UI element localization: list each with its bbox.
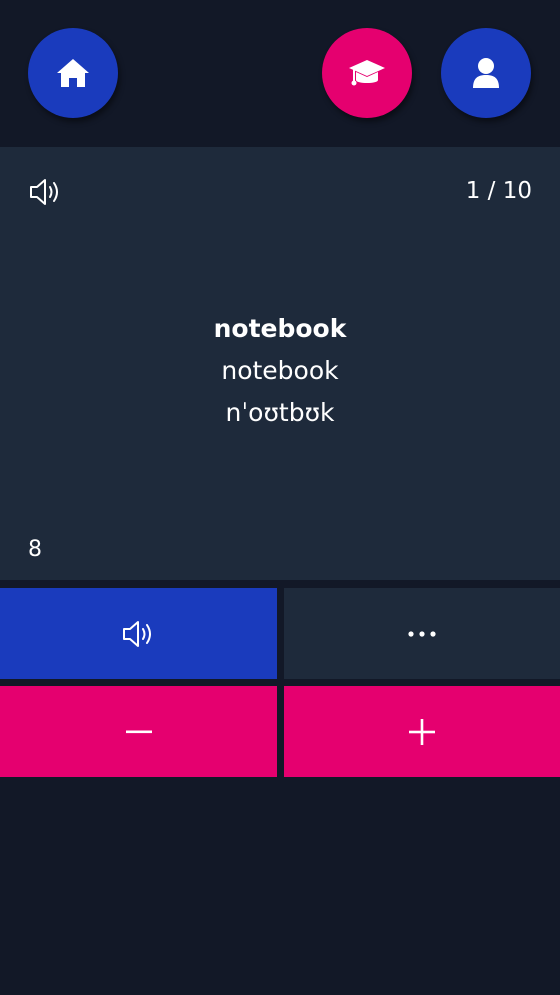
card-score: 8 [28,537,42,562]
plus-icon [409,718,435,745]
more-dots-icon [408,630,436,637]
top-bar [0,0,560,147]
user-icon [473,58,499,88]
card-translation: notebook [221,356,339,385]
decrease-button[interactable] [0,686,277,777]
speaker-icon [30,179,58,205]
card-word: notebook [213,314,347,343]
speaker-icon [122,620,151,647]
card-speaker-button[interactable] [28,177,64,207]
increase-button[interactable] [284,686,560,777]
card-transcription: nˈoʊtbʊk [225,398,335,427]
card-counter: 1 / 10 [465,178,532,204]
speak-button[interactable] [0,588,277,679]
flashcard: 1 / 10 notebook notebook nˈoʊtbʊk 8 [0,147,560,580]
more-options-button[interactable] [284,588,560,679]
home-icon [57,59,89,87]
minus-icon [125,730,152,733]
home-button[interactable] [28,28,118,118]
graduation-cap-icon [349,60,385,86]
profile-button[interactable] [441,28,531,118]
learn-button[interactable] [322,28,412,118]
